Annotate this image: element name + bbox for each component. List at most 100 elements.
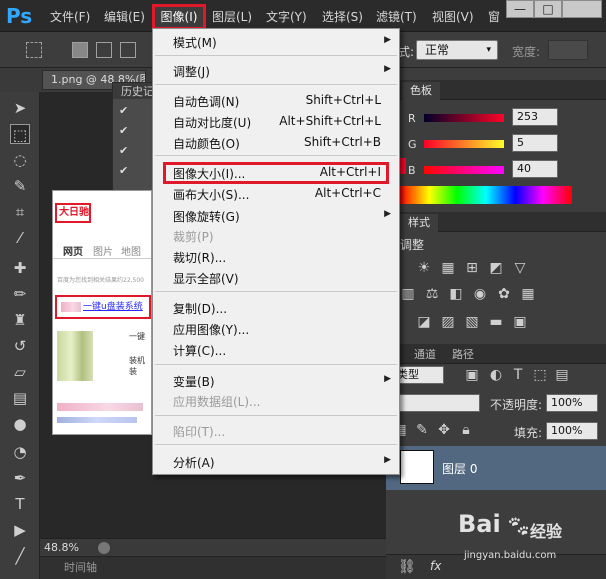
- menu-item-apply-data-set[interactable]: 应用数据组(L)...: [173, 393, 261, 410]
- history-check-icon[interactable]: ✔: [119, 125, 131, 137]
- minimize-button[interactable]: —: [506, 0, 534, 18]
- eyedropper-tool-icon[interactable]: ⁄: [10, 228, 30, 248]
- filter-adjustment-icon[interactable]: ◐: [488, 367, 504, 383]
- crop-tool-icon[interactable]: ⌗: [10, 202, 30, 222]
- curves-icon[interactable]: ⊞: [464, 260, 480, 276]
- exposure-icon[interactable]: ◩: [488, 260, 504, 276]
- blur-tool-icon[interactable]: ●: [10, 414, 30, 434]
- menu-item-canvas-size[interactable]: 画布大小(S)...: [173, 186, 249, 203]
- menu-item-mode[interactable]: 模式(M): [173, 34, 217, 51]
- link-layers-icon[interactable]: ⛓: [398, 559, 416, 575]
- eraser-tool-icon[interactable]: ▱: [10, 362, 30, 382]
- menu-window[interactable]: 窗: [488, 8, 500, 26]
- menu-item-crop[interactable]: 裁剪(P): [173, 228, 214, 245]
- menu-item-apply-image[interactable]: 应用图像(Y)...: [173, 321, 249, 338]
- menu-item-auto-contrast[interactable]: 自动对比度(U): [173, 114, 251, 131]
- menu-item-trim[interactable]: 裁切(R)...: [173, 249, 226, 266]
- clone-stamp-tool-icon[interactable]: ♜: [10, 310, 30, 330]
- gradient-map-icon[interactable]: ▬: [488, 314, 504, 330]
- line-tool-icon[interactable]: ╱: [10, 546, 30, 566]
- brush-tool-icon[interactable]: ✏: [10, 284, 30, 304]
- filter-smart-icon[interactable]: ▤: [554, 367, 570, 383]
- layer-name[interactable]: 图层 0: [442, 460, 477, 477]
- type-tool-icon[interactable]: T: [10, 494, 30, 514]
- opacity-input[interactable]: 100%: [546, 394, 598, 412]
- menu-item-reveal-all[interactable]: 显示全部(V): [173, 270, 239, 287]
- menu-select[interactable]: 选择(S): [322, 8, 363, 26]
- channel-mixer-icon[interactable]: ✿: [496, 286, 512, 302]
- b-slider[interactable]: [424, 166, 504, 174]
- menu-layer[interactable]: 图层(L): [212, 8, 252, 26]
- info-icon[interactable]: [98, 542, 110, 554]
- filter-shape-icon[interactable]: ⬚: [532, 367, 548, 383]
- menu-edit[interactable]: 编辑(E): [104, 8, 145, 26]
- invert-icon[interactable]: ◪: [416, 314, 432, 330]
- color-balance-icon[interactable]: ⚖: [424, 286, 440, 302]
- layer-thumbnail[interactable]: [400, 450, 434, 484]
- menu-item-image-rotation[interactable]: 图像旋转(G): [173, 208, 240, 225]
- pen-tool-icon[interactable]: ✒: [10, 468, 30, 488]
- color-lookup-icon[interactable]: ▦: [520, 286, 536, 302]
- photo-filter-icon[interactable]: ◉: [472, 286, 488, 302]
- g-input[interactable]: 5: [512, 134, 558, 152]
- add-selection-icon[interactable]: [96, 42, 112, 58]
- hue-saturation-icon[interactable]: ▥: [400, 286, 416, 302]
- new-selection-icon[interactable]: [72, 42, 88, 58]
- fill-input[interactable]: 100%: [546, 422, 598, 440]
- r-input[interactable]: 253: [512, 108, 558, 126]
- menu-item-image-size[interactable]: 图像大小(I)...: [173, 165, 245, 182]
- healing-brush-tool-icon[interactable]: ✚: [10, 258, 30, 278]
- maximize-button[interactable]: □: [534, 0, 562, 18]
- zoom-level[interactable]: 48.8%: [44, 541, 79, 554]
- mode-select[interactable]: 正常 ▾: [416, 40, 498, 60]
- tab-swatches[interactable]: 色板: [402, 82, 440, 100]
- quick-select-tool-icon[interactable]: ✎: [10, 176, 30, 196]
- brightness-icon[interactable]: ☀: [416, 260, 432, 276]
- g-slider[interactable]: [424, 140, 504, 148]
- tab-paths[interactable]: 路径: [444, 346, 482, 364]
- color-spectrum[interactable]: [400, 186, 572, 204]
- vibrance-icon[interactable]: ▽: [512, 260, 528, 276]
- posterize-icon[interactable]: ▨: [440, 314, 456, 330]
- lock-position-icon[interactable]: ✥: [436, 422, 452, 438]
- menu-file[interactable]: 文件(F): [50, 8, 90, 26]
- menu-item-auto-color[interactable]: 自动颜色(O): [173, 135, 240, 152]
- menu-item-auto-tone[interactable]: 自动色调(N): [173, 93, 239, 110]
- filter-pixel-icon[interactable]: ▣: [464, 367, 480, 383]
- black-white-icon[interactable]: ◧: [448, 286, 464, 302]
- b-input[interactable]: 40: [512, 160, 558, 178]
- menu-item-calculations[interactable]: 计算(C)...: [173, 342, 226, 359]
- menu-item-adjustments[interactable]: 调整(J): [173, 63, 210, 80]
- menu-image[interactable]: 图像(I): [152, 4, 206, 30]
- lock-pixels-icon[interactable]: ✎: [414, 422, 430, 438]
- menu-filter[interactable]: 滤镜(T): [376, 8, 417, 26]
- dodge-tool-icon[interactable]: ◔: [10, 442, 30, 462]
- r-slider[interactable]: [424, 114, 504, 122]
- menu-item-analysis[interactable]: 分析(A): [173, 454, 215, 471]
- move-tool-icon[interactable]: ➤: [10, 98, 30, 118]
- menu-item-duplicate[interactable]: 复制(D)...: [173, 300, 227, 317]
- timeline-panel[interactable]: 时间轴: [40, 556, 386, 579]
- menu-view[interactable]: 视图(V): [432, 8, 474, 26]
- marquee-option-icon[interactable]: [26, 42, 42, 58]
- lock-all-icon[interactable]: 🔒︎: [458, 422, 474, 438]
- marquee-tool-icon[interactable]: ⬚: [10, 124, 30, 144]
- history-check-icon[interactable]: ✔: [119, 105, 131, 117]
- threshold-icon[interactable]: ▧: [464, 314, 480, 330]
- width-input[interactable]: [548, 40, 588, 60]
- menu-type[interactable]: 文字(Y): [266, 8, 307, 26]
- history-check-icon[interactable]: ✔: [119, 145, 131, 157]
- levels-icon[interactable]: ▦: [440, 260, 456, 276]
- history-panel-tab[interactable]: 历史记: [113, 83, 157, 99]
- lasso-tool-icon[interactable]: ◌: [10, 150, 30, 170]
- layer-row[interactable]: 图层 0: [386, 446, 606, 490]
- menu-item-variables[interactable]: 变量(B): [173, 373, 215, 390]
- subtract-selection-icon[interactable]: [120, 42, 136, 58]
- gradient-tool-icon[interactable]: ▤: [10, 388, 30, 408]
- history-brush-tool-icon[interactable]: ↺: [10, 336, 30, 356]
- filter-type-icon[interactable]: T: [510, 367, 526, 383]
- blend-mode-select[interactable]: [390, 394, 480, 412]
- close-button[interactable]: [562, 0, 602, 18]
- menu-item-trap[interactable]: 陷印(T)...: [173, 423, 225, 440]
- history-check-icon[interactable]: ✔: [119, 165, 131, 177]
